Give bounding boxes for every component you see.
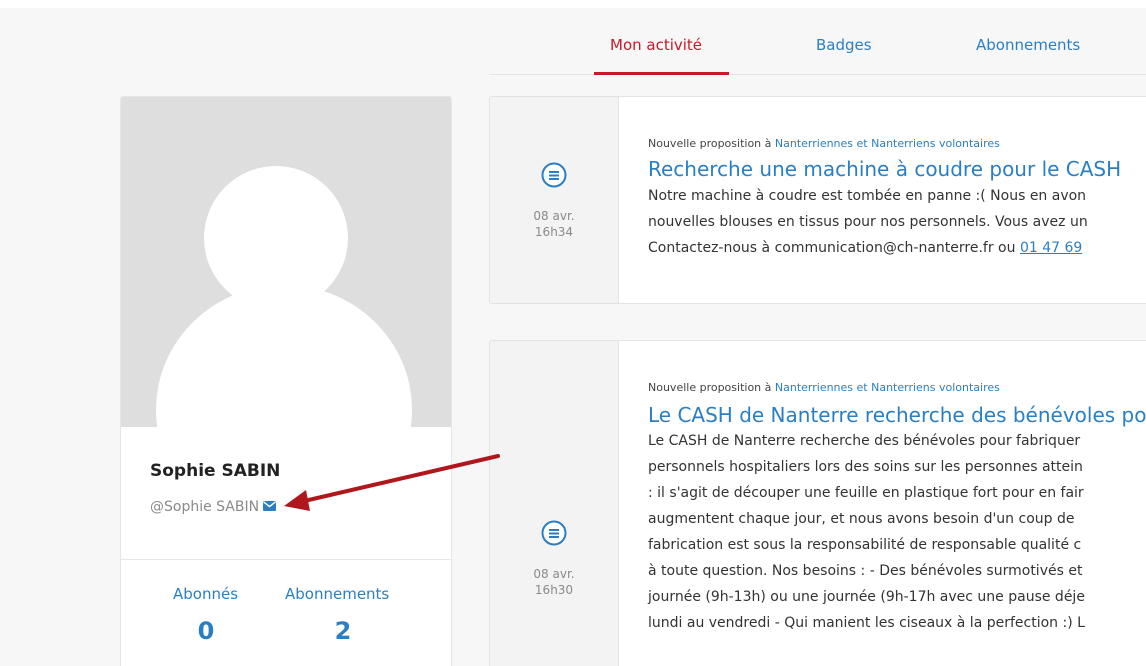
activity-text-line: journée (9h-13h) ou une journée (9h-17h … [648,589,1085,605]
following-count[interactable]: 2 [285,617,401,645]
activity-card: 08 avr. 16h34 Nouvelle proposition à Nan… [489,96,1146,304]
activity-card-sidebar: 08 avr. 16h34 [490,97,619,303]
project-link[interactable]: Nanterriennes et Nanterriens volontaires [775,137,1000,150]
avatar [121,97,451,427]
phone-link[interactable]: 01 47 69 [1020,240,1082,256]
profile-name: Sophie SABIN [150,461,281,481]
activity-meta-prefix: Nouvelle proposition à [648,137,775,150]
following-link[interactable]: Abonnements [285,585,389,603]
tab-badges[interactable]: Badges [816,36,872,54]
message-icon[interactable] [541,520,567,546]
message-icon[interactable] [541,162,567,188]
activity-text-line: lundi au vendredi - Qui manient les cise… [648,615,1085,631]
activity-meta: Nouvelle proposition à Nanterriennes et … [648,381,1000,394]
activity-text-line: augmentent chaque jour, et nous avons be… [648,511,1075,527]
activity-meta: Nouvelle proposition à Nanterriennes et … [648,137,1000,150]
activity-tabs: Mon activité Badges Abonnements [489,8,1146,75]
activity-card-sidebar: 08 avr. 16h30 [490,341,619,666]
activity-text-line: à toute question. Nos besoins : - Des bé… [648,563,1083,579]
activity-description: Le CASH de Nanterre recherche des bénévo… [648,428,1085,636]
activity-description: Notre machine à coudre est tombée en pan… [648,183,1088,261]
activity-date: 08 avr. [533,209,575,223]
activity-text-line: personnels hospitaliers lors des soins s… [648,459,1083,475]
envelope-icon[interactable] [263,499,277,515]
activity-text-line: Contactez-nous à communication@ch-nanter… [648,235,1088,261]
activity-text-line: Notre machine à coudre est tombée en pan… [648,188,1087,204]
activity-title[interactable]: Recherche une machine à coudre pour le C… [648,157,1121,181]
project-link[interactable]: Nanterriennes et Nanterriens volontaires [775,381,1000,394]
activity-title[interactable]: Le CASH de Nanterre recherche des bénévo… [648,403,1146,427]
activity-text-line: nouvelles blouses en tissus pour nos per… [648,214,1088,230]
activity-text-line: : il s'agit de découper une feuille en p… [648,485,1084,501]
active-tab-indicator [594,72,729,75]
profile-card: Sophie SABIN @Sophie SABIN Abonnés Abonn… [120,96,452,666]
activity-text-segment: Contactez-nous à communication@ch-nanter… [648,240,1020,256]
tab-mon-activite[interactable]: Mon activité [610,36,702,54]
activity-text-line: Le CASH de Nanterre recherche des bénévo… [648,433,1081,449]
profile-handle: @Sophie SABIN [150,499,260,515]
profile-handle-row: @Sophie SABIN [150,499,277,515]
followers-link[interactable]: Abonnés [173,585,238,603]
activity-card: 08 avr. 16h30 Nouvelle proposition à Nan… [489,340,1146,666]
activity-date: 08 avr. [533,567,575,581]
followers-count[interactable]: 0 [173,617,239,645]
avatar-body-shape [156,285,412,427]
activity-time: 16h34 [534,225,574,239]
activity-meta-prefix: Nouvelle proposition à [648,381,775,394]
activity-time: 16h30 [534,583,574,597]
profile-page: Mon activité Badges Abonnements Sophie S… [0,8,1146,666]
profile-divider [121,559,451,560]
tab-abonnements[interactable]: Abonnements [976,36,1080,54]
activity-text-line: fabrication est sous la responsabilité d… [648,537,1082,553]
